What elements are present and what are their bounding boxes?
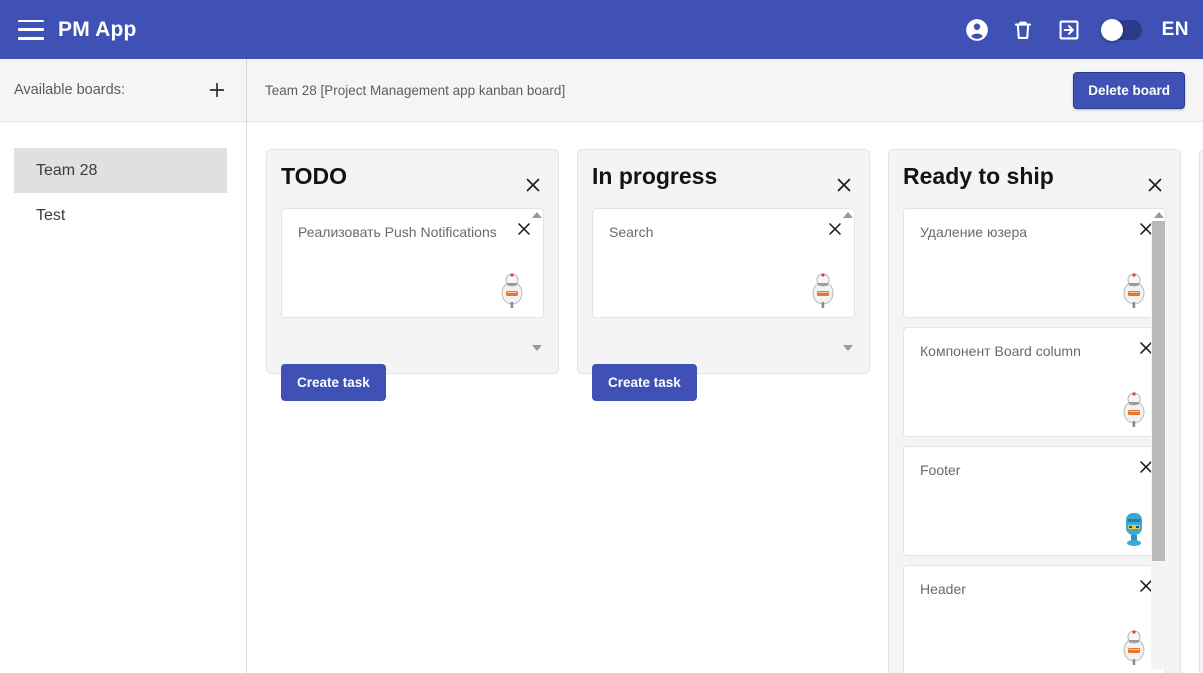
task-card[interactable]: Компонент Board column <box>903 327 1166 437</box>
task-title: Header <box>920 581 966 597</box>
close-icon[interactable] <box>1136 219 1156 244</box>
column-title: Ready to ship <box>903 163 1054 189</box>
theme-toggle-switch[interactable] <box>1100 18 1142 41</box>
close-icon[interactable] <box>1136 576 1156 601</box>
sidebar-item-test[interactable]: Test <box>14 193 227 238</box>
login-icon[interactable] <box>1056 17 1082 43</box>
app-title: PM App <box>58 17 137 41</box>
language-selector[interactable]: EN <box>1162 19 1189 41</box>
close-icon[interactable] <box>1136 338 1156 363</box>
column-scroll-area[interactable]: Удаление юзера Компонент Board column Fo… <box>903 208 1166 673</box>
task-card[interactable]: Search <box>592 208 855 318</box>
task-title: Компонент Board column <box>920 343 1081 359</box>
hamburger-menu-icon[interactable] <box>18 19 44 40</box>
robot-avatar-blue <box>1117 507 1151 547</box>
delete-board-button[interactable]: Delete board <box>1073 71 1185 109</box>
create-task-button[interactable]: Create task <box>592 364 697 401</box>
create-task-button[interactable]: Create task <box>281 364 386 401</box>
column-title: In progress <box>592 163 718 189</box>
column-header: In progress <box>592 162 855 208</box>
column-body: Удаление юзера Компонент Board column Fo… <box>903 208 1166 673</box>
sidebar-item-team-28[interactable]: Team 28 <box>14 148 227 193</box>
column-title: TODO <box>281 163 348 189</box>
task-title: Footer <box>920 462 961 478</box>
kanban-column-partial <box>1199 149 1203 673</box>
close-icon[interactable] <box>1144 174 1166 201</box>
column-header: TODO <box>281 162 544 208</box>
column-scroll-area[interactable]: Search <box>592 208 855 354</box>
close-icon[interactable] <box>514 219 534 244</box>
robot-avatar-gray <box>806 269 840 309</box>
sidebar: Available boards: Team 28 Test <box>0 59 247 673</box>
task-card[interactable]: Header <box>903 565 1166 673</box>
plus-icon[interactable] <box>204 77 230 103</box>
close-icon[interactable] <box>833 174 855 201</box>
task-title: Удаление юзера <box>920 224 1028 240</box>
kanban-column-ready-to-ship: Ready to ship Удаление юзера Компонент B… <box>888 149 1181 673</box>
kanban-column-in-progress: In progress Search Create task <box>577 149 870 401</box>
column-body: Search <box>592 208 855 354</box>
toggle-knob <box>1100 18 1123 41</box>
sidebar-header: Available boards: <box>0 59 246 122</box>
close-icon[interactable] <box>522 174 544 201</box>
available-boards-label: Available boards: <box>14 82 125 98</box>
app-bar: PM App EN <box>0 0 1203 59</box>
column-header: Ready to ship <box>903 162 1166 208</box>
board-header: Team 28 [Project Management app kanban b… <box>247 59 1203 122</box>
account-circle-icon[interactable] <box>964 17 990 43</box>
robot-avatar-gray <box>1117 626 1151 666</box>
task-card[interactable]: Реализовать Push Notifications <box>281 208 544 318</box>
task-title: Реализовать Push Notifications <box>298 224 497 240</box>
trash-icon[interactable] <box>1010 17 1036 43</box>
close-icon[interactable] <box>825 219 845 244</box>
column-scroll-area[interactable]: Реализовать Push Notifications <box>281 208 544 354</box>
robot-avatar-gray <box>495 269 529 309</box>
main-content: Team 28 [Project Management app kanban b… <box>247 59 1203 673</box>
close-icon[interactable] <box>1136 457 1156 482</box>
board-list: Team 28 Test <box>0 122 246 238</box>
task-card[interactable]: Footer <box>903 446 1166 556</box>
app-bar-actions: EN <box>964 17 1189 43</box>
kanban-column-todo: TODO Реализовать Push Notifications Crea… <box>266 149 559 401</box>
kanban-columns: TODO Реализовать Push Notifications Crea… <box>247 122 1203 673</box>
robot-avatar-gray <box>1117 269 1151 309</box>
column-body: Реализовать Push Notifications <box>281 208 544 354</box>
board-item-label: Team 28 <box>36 161 98 179</box>
board-item-label: Test <box>36 206 66 224</box>
robot-avatar-gray <box>1117 388 1151 428</box>
page-title: Team 28 [Project Management app kanban b… <box>265 82 566 98</box>
task-title: Search <box>609 224 654 240</box>
task-card[interactable]: Удаление юзера <box>903 208 1166 318</box>
